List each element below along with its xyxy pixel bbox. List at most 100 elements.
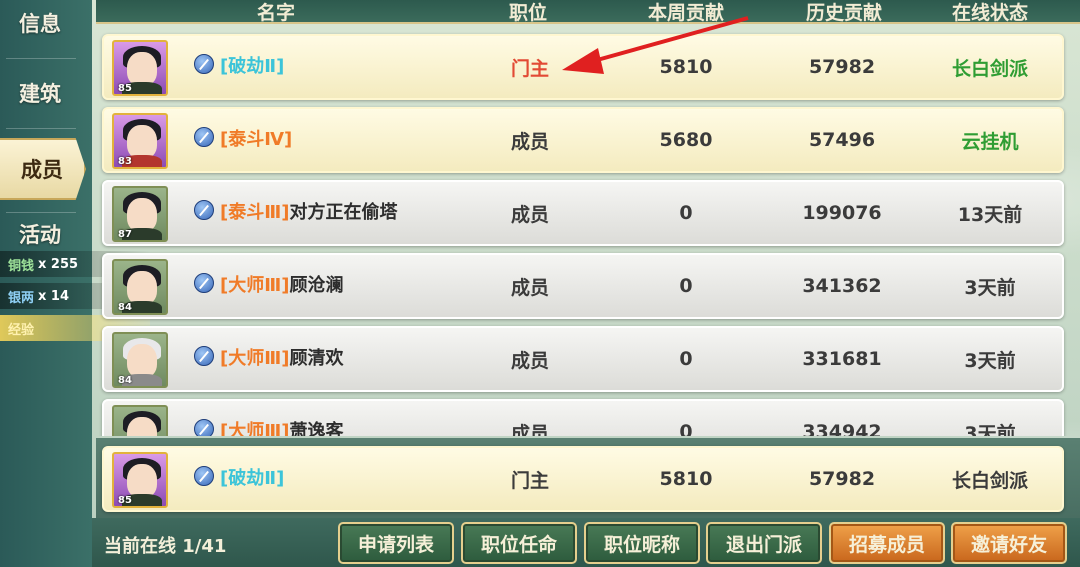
position-cell: 成员	[510, 203, 549, 226]
history-contribution: 341362	[802, 275, 882, 297]
online-status: 3天前	[964, 349, 1016, 372]
sword-icon	[194, 273, 214, 293]
divider	[6, 58, 76, 59]
online-count: 当前在线 1/41	[104, 536, 227, 557]
week-contribution: 5810	[659, 56, 713, 78]
sidebar-item-label: 建筑	[19, 82, 61, 106]
member-name-text: 对方正在偷塔	[289, 202, 398, 223]
member-list[interactable]: 85 [破劫Ⅱ] 门主 5810 57982 长白剑派 83 [泰斗Ⅳ] 成员 …	[96, 26, 1080, 436]
avatar-face	[127, 271, 157, 305]
loot-copper-value: x 255	[38, 256, 79, 272]
divider	[6, 128, 76, 129]
loot-silver-value: x 14	[38, 288, 70, 304]
apply-list-button[interactable]: 申请列表	[338, 522, 454, 564]
loot-silver-label: 银两	[8, 290, 35, 306]
member-name: [大师Ⅲ]萧逸客	[220, 417, 343, 436]
position-cell: 门主	[510, 57, 549, 80]
position-cell: 门主	[510, 469, 549, 492]
header-history: 历史贡献	[805, 2, 882, 24]
rank-label: [破劫Ⅱ]	[220, 56, 285, 77]
avatar[interactable]: 83	[112, 113, 168, 169]
header-week: 本周贡献	[647, 2, 724, 24]
table-row[interactable]: 83 [泰斗Ⅳ] 成员 5680 57496 云挂机	[102, 107, 1064, 173]
header-position: 职位	[508, 2, 547, 24]
sword-icon	[194, 200, 214, 220]
table-header: 名字 职位 本周贡献 历史贡献 在线状态	[96, 0, 1080, 24]
position-nickname-button[interactable]: 职位昵称	[584, 522, 700, 564]
avatar-face	[127, 464, 157, 498]
avatar[interactable]: 85	[112, 40, 168, 96]
rank-label: [泰斗Ⅳ]	[220, 129, 293, 150]
history-contribution: 57496	[808, 129, 876, 151]
position-cell: 成员	[510, 130, 549, 153]
avatar-face	[127, 125, 157, 159]
online-status: 长白剑派	[951, 469, 1028, 492]
leave-sect-button[interactable]: 退出门派	[706, 522, 822, 564]
rank-label: [大师Ⅲ]	[220, 421, 290, 436]
loot-exp-label: 经验	[8, 322, 35, 338]
sword-icon	[194, 54, 214, 74]
week-contribution: 0	[679, 348, 693, 370]
sword-icon	[194, 466, 214, 486]
week-contribution: 5810	[659, 468, 713, 490]
online-status: 3天前	[964, 422, 1016, 437]
sidebar-item-building[interactable]: 建筑	[0, 62, 80, 124]
online-status: 13天前	[957, 203, 1023, 226]
sword-icon	[194, 346, 214, 366]
avatar[interactable]: 85	[112, 452, 168, 508]
table-row[interactable]: [大师Ⅲ]萧逸客 成员 0 334942 3天前	[102, 399, 1064, 436]
self-row[interactable]: 85 [破劫Ⅱ] 门主 5810 57982 长白剑派	[102, 446, 1064, 512]
appoint-position-button[interactable]: 职位任命	[461, 522, 577, 564]
member-name: [泰斗Ⅳ]	[220, 125, 292, 151]
week-contribution: 0	[679, 202, 693, 224]
sword-icon	[194, 127, 214, 147]
avatar[interactable]: 87	[112, 186, 168, 242]
avatar[interactable]: 84	[112, 332, 168, 388]
member-name: [破劫Ⅱ]	[220, 52, 284, 78]
avatar-face	[127, 52, 157, 86]
sidebar-item-label: 成员	[21, 158, 63, 182]
avatar-face	[127, 344, 157, 378]
table-row[interactable]: 84 [大师Ⅲ]顾沧澜 成员 0 341362 3天前	[102, 253, 1064, 319]
recruit-members-button[interactable]: 招募成员	[829, 522, 945, 564]
history-contribution: 334942	[802, 421, 882, 436]
avatar-face	[127, 198, 157, 232]
online-status: 长白剑派	[951, 57, 1028, 80]
member-name-text: 萧逸客	[289, 421, 344, 436]
member-name-text: 顾清欢	[289, 348, 344, 369]
header-name: 名字	[256, 2, 295, 24]
level-badge: 83	[118, 156, 132, 167]
history-contribution: 57982	[808, 468, 876, 490]
sidebar-item-members[interactable]: 成员	[0, 138, 86, 200]
table-row[interactable]: 84 [大师Ⅲ]顾清欢 成员 0 331681 3天前	[102, 326, 1064, 392]
sword-icon	[194, 419, 214, 436]
level-badge: 84	[118, 302, 132, 313]
rank-label: [破劫Ⅱ]	[220, 468, 285, 489]
position-cell: 成员	[510, 422, 549, 437]
avatar[interactable]: 84	[112, 259, 168, 315]
invite-friends-button[interactable]: 邀请好友	[951, 522, 1067, 564]
level-badge: 84	[118, 375, 132, 386]
loot-copper-label: 铜钱	[8, 258, 35, 274]
sidebar-item-info[interactable]: 信息	[0, 0, 80, 54]
rank-label: [大师Ⅲ]	[220, 275, 290, 296]
rank-label: [泰斗Ⅲ]	[220, 202, 290, 223]
week-contribution: 0	[679, 275, 693, 297]
member-name: [破劫Ⅱ]	[220, 464, 284, 490]
table-row[interactable]: 87 [泰斗Ⅲ]对方正在偷塔 成员 0 199076 13天前	[102, 180, 1064, 246]
rank-label: [大师Ⅲ]	[220, 348, 290, 369]
level-badge: 85	[118, 495, 132, 506]
table-row[interactable]: 85 [破劫Ⅱ] 门主 5810 57982 长白剑派	[102, 34, 1064, 100]
member-name: [泰斗Ⅲ]对方正在偷塔	[220, 198, 397, 224]
member-name-text: 顾沧澜	[289, 275, 344, 296]
position-cell: 成员	[510, 349, 549, 372]
week-contribution: 5680	[659, 129, 713, 151]
member-name: [大师Ⅲ]顾清欢	[220, 344, 343, 370]
week-contribution: 0	[679, 421, 693, 436]
avatar[interactable]	[112, 405, 168, 436]
level-badge: 87	[118, 229, 132, 240]
online-status: 3天前	[964, 276, 1016, 299]
history-contribution: 331681	[802, 348, 882, 370]
position-cell: 成员	[510, 276, 549, 299]
history-contribution: 199076	[802, 202, 882, 224]
